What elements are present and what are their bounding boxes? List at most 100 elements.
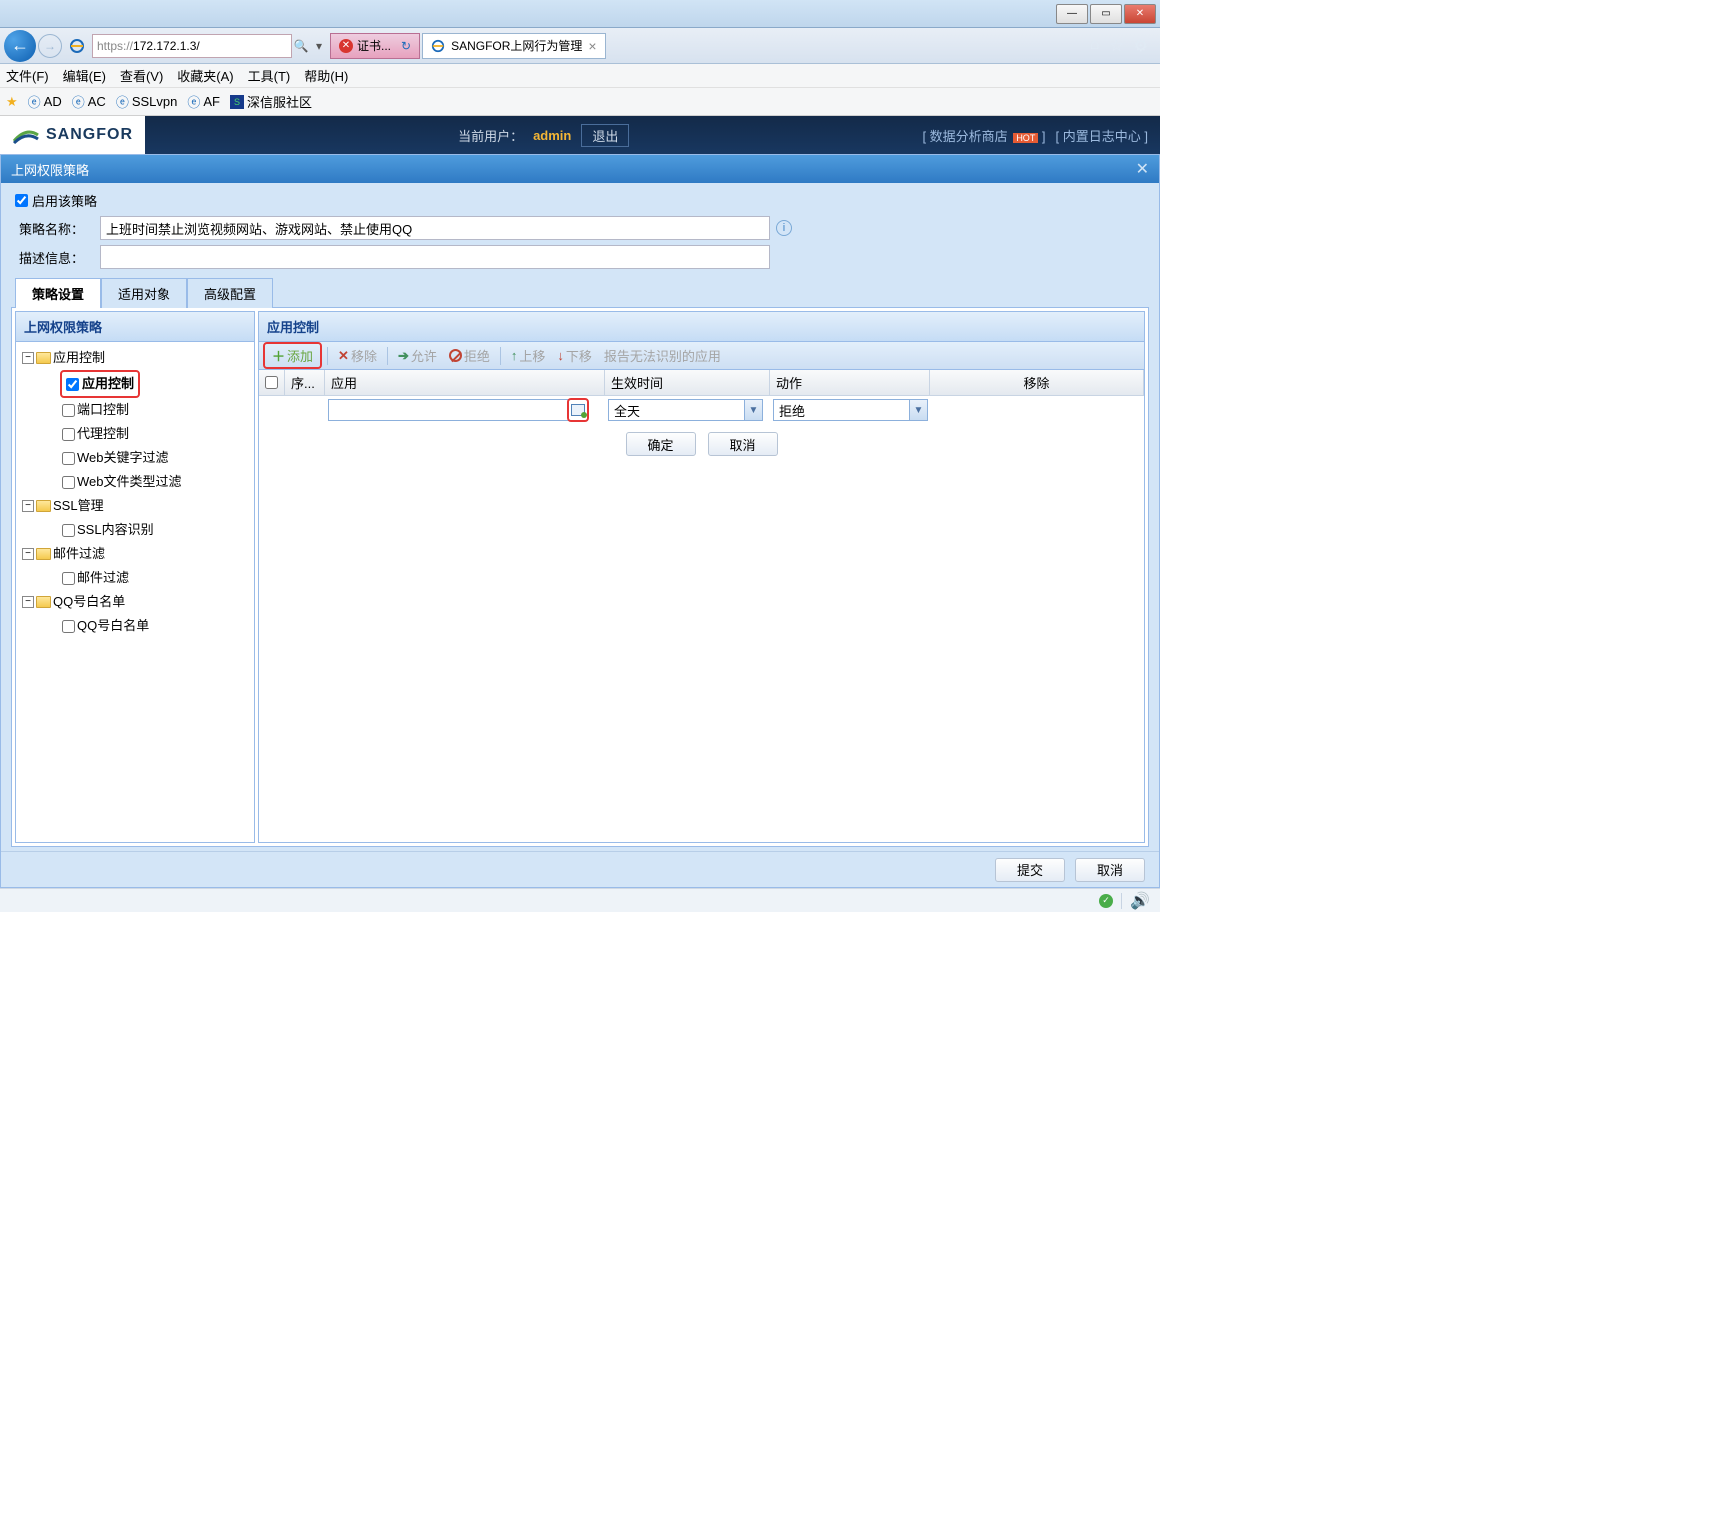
favorites-icon[interactable]: ☆	[1109, 36, 1123, 56]
tree-item-port-control[interactable]: 端口控制	[77, 398, 129, 422]
tree-toggle[interactable]	[22, 500, 34, 512]
allow-button[interactable]: ➔允许	[393, 344, 442, 367]
tree-group-ssl[interactable]: SSL管理	[53, 494, 104, 518]
dialog-titlebar: 上网权限策略 ✕	[1, 155, 1159, 183]
enable-policy-checkbox[interactable]	[15, 194, 28, 207]
tree-cb-web-filetype[interactable]	[62, 476, 75, 489]
cancel-inline-button[interactable]: 取消	[708, 432, 778, 456]
deny-icon	[449, 349, 462, 362]
address-bar[interactable]: https:// 172.172.1.3/	[92, 34, 292, 58]
time-combo[interactable]: 全天 ▼	[608, 399, 763, 421]
col-time[interactable]: 生效时间	[605, 370, 770, 395]
tree-cb-ssl-ident[interactable]	[62, 524, 75, 537]
window-maximize[interactable]: ▭	[1090, 4, 1122, 24]
tree-cb-port-control[interactable]	[62, 404, 75, 417]
security-shield-icon[interactable]: ✓	[1099, 894, 1113, 908]
tree-cb-app-control[interactable]	[66, 378, 79, 391]
browser-tool-icons: ⌂ ☆ ⚙	[1090, 36, 1156, 56]
tree-item-ssl-ident[interactable]: SSL内容识别	[77, 518, 154, 542]
tree-group-qq[interactable]: QQ号白名单	[53, 590, 125, 614]
forward-button[interactable]: →	[38, 34, 62, 58]
select-all-checkbox[interactable]	[265, 376, 278, 389]
tree-cb-qq-list[interactable]	[62, 620, 75, 633]
data-store-link[interactable]: [ 数据分析商店 HOT ]	[922, 126, 1045, 145]
tree-item-web-filetype[interactable]: Web文件类型过滤	[77, 470, 182, 494]
deny-button[interactable]: 拒绝	[444, 344, 495, 367]
policy-name-label: 策略名称：	[19, 219, 94, 238]
add-button[interactable]: ＋添加	[267, 344, 318, 367]
tree-group-app-control[interactable]: 应用控制	[53, 346, 105, 370]
tree-toggle[interactable]	[22, 352, 34, 364]
col-action[interactable]: 动作	[770, 370, 930, 395]
tree-cb-proxy-control[interactable]	[62, 428, 75, 441]
speaker-icon[interactable]: 🔊	[1130, 891, 1150, 911]
description-input[interactable]	[100, 245, 770, 269]
selected-tree-highlight: 应用控制	[60, 370, 140, 398]
dialog-close-icon[interactable]: ✕	[1136, 159, 1149, 179]
menu-view[interactable]: 查看(V)	[120, 66, 163, 85]
window-close[interactable]: ✕	[1124, 4, 1156, 24]
dialog-title: 上网权限策略	[11, 160, 89, 179]
tree-group-mail[interactable]: 邮件过滤	[53, 542, 105, 566]
app-select-input[interactable]	[329, 400, 567, 420]
bookmark-ac[interactable]: ⓔAC	[72, 92, 106, 111]
browser-tab[interactable]: SANGFOR上网行为管理 ×	[422, 33, 606, 59]
tab-advanced[interactable]: 高级配置	[187, 278, 273, 308]
chevron-down-icon[interactable]: ▼	[909, 400, 927, 420]
col-sequence[interactable]: 序...	[285, 370, 325, 395]
tree-item-app-control[interactable]: 应用控制	[82, 372, 134, 396]
tools-icon[interactable]: ⚙	[1134, 36, 1148, 56]
tree-item-proxy-control[interactable]: 代理控制	[77, 422, 129, 446]
confirm-button[interactable]: 确定	[626, 432, 696, 456]
bookmark-sangfor-community[interactable]: S深信服社区	[230, 92, 312, 111]
menu-tools[interactable]: 工具(T)	[248, 66, 291, 85]
home-icon[interactable]: ⌂	[1090, 36, 1100, 56]
chevron-down-icon[interactable]: ▼	[744, 400, 762, 420]
grid-row: 全天 ▼ 拒绝 ▼	[259, 396, 1144, 424]
tree-toggle[interactable]	[22, 596, 34, 608]
app-lookup-button[interactable]	[567, 398, 589, 422]
movedown-button[interactable]: ↓下移	[552, 344, 597, 367]
cancel-button[interactable]: 取消	[1075, 858, 1145, 882]
tab-close-icon[interactable]: ×	[588, 38, 596, 54]
info-icon[interactable]: i	[776, 220, 792, 236]
tab-apply-target[interactable]: 适用对象	[101, 278, 187, 308]
remove-button[interactable]: ✕移除	[333, 344, 382, 367]
menu-edit[interactable]: 编辑(E)	[63, 66, 106, 85]
bookmark-ad[interactable]: ⓔAD	[28, 92, 62, 111]
back-button[interactable]: ←	[4, 30, 36, 62]
menu-help[interactable]: 帮助(H)	[304, 66, 348, 85]
tab-policy-settings[interactable]: 策略设置	[15, 278, 101, 308]
tree-title: 上网权限策略	[16, 312, 254, 342]
report-unknown-button[interactable]: 报告无法识别的应用	[599, 344, 726, 367]
cert-error-tab[interactable]: ✕ 证书... ↻	[330, 33, 420, 59]
search-icon[interactable]: 🔍	[292, 35, 310, 57]
window-minimize[interactable]: —	[1056, 4, 1088, 24]
menu-file[interactable]: 文件(F)	[6, 66, 49, 85]
allow-icon: ➔	[398, 348, 409, 364]
col-remove[interactable]: 移除	[930, 370, 1144, 395]
tree-toggle[interactable]	[22, 548, 34, 560]
action-combo[interactable]: 拒绝 ▼	[773, 399, 928, 421]
menu-favorites[interactable]: 收藏夹(A)	[177, 66, 233, 85]
dialog-footer: 提交 取消	[1, 851, 1159, 887]
cert-error-label: 证书...	[357, 37, 391, 54]
url-protocol: https://	[97, 39, 133, 53]
tree-cb-web-keyword[interactable]	[62, 452, 75, 465]
address-dropdown[interactable]: ▾	[310, 35, 328, 57]
tree-cb-mail-filter[interactable]	[62, 572, 75, 585]
log-center-link[interactable]: [ 内置日志中心 ]	[1056, 126, 1148, 145]
bookmark-sslvpn[interactable]: ⓔSSLvpn	[116, 92, 178, 111]
col-app[interactable]: 应用	[325, 370, 605, 395]
tree-item-mail-filter[interactable]: 邮件过滤	[77, 566, 129, 590]
tree-item-qq-list[interactable]: QQ号白名单	[77, 614, 149, 638]
add-favorite-icon[interactable]: ★	[6, 94, 18, 110]
bookmark-af[interactable]: ⓔAF	[187, 92, 220, 111]
moveup-button[interactable]: ↑上移	[506, 344, 551, 367]
tree-item-web-keyword[interactable]: Web关键字过滤	[77, 446, 169, 470]
policy-name-input[interactable]	[100, 216, 770, 240]
refresh-icon[interactable]: ↻	[401, 39, 411, 53]
grid-body: 全天 ▼ 拒绝 ▼ 确定	[259, 396, 1144, 456]
logout-button[interactable]: 退出	[581, 124, 629, 147]
submit-button[interactable]: 提交	[995, 858, 1065, 882]
